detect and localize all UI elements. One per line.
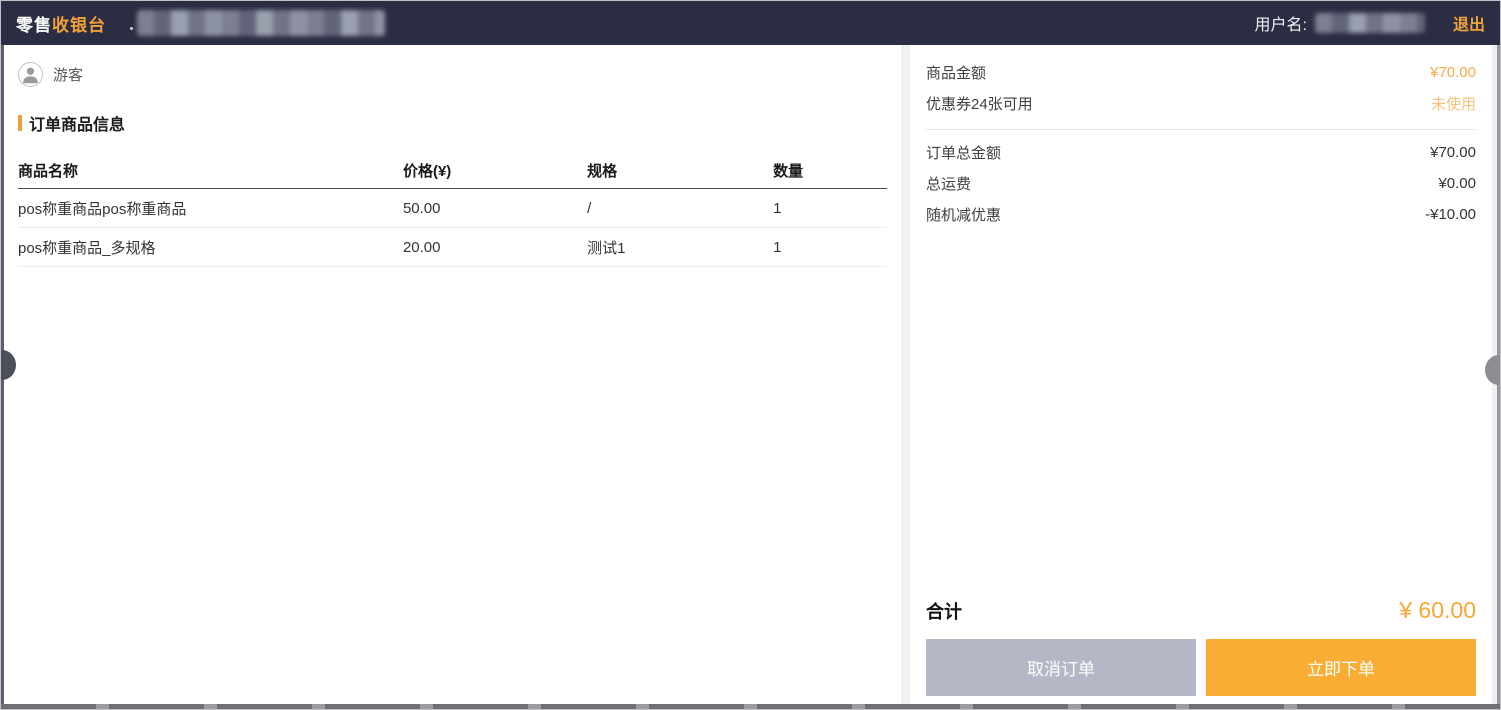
grand-total-label: 合计 bbox=[926, 598, 962, 624]
flex-spacer bbox=[926, 230, 1476, 597]
table-row: pos称重商品pos称重商品 50.00 / 1 bbox=[18, 189, 887, 228]
action-buttons: 取消订单 立即下单 bbox=[926, 639, 1476, 696]
cell-qty: 1 bbox=[773, 200, 887, 217]
top-bar: 零售收银台 用户名: 退出 bbox=[1, 1, 1500, 45]
pos-window: 零售收银台 用户名: 退出 游客 订单商品信 bbox=[0, 0, 1501, 710]
goods-amount-row: 商品金额 ¥70.00 bbox=[926, 57, 1476, 88]
shipping-value: ¥0.00 bbox=[1438, 175, 1476, 192]
order-total-label: 订单总金额 bbox=[926, 142, 1001, 163]
redacted-store-name bbox=[137, 10, 385, 36]
submit-order-button[interactable]: 立即下单 bbox=[1206, 639, 1476, 696]
grand-total-value: ¥ 60.00 bbox=[1399, 597, 1476, 624]
section-title-text: 订单商品信息 bbox=[29, 111, 125, 135]
order-info-section-title: 订单商品信息 bbox=[18, 111, 887, 135]
random-discount-label: 随机减优惠 bbox=[926, 204, 1001, 225]
panel-gutter bbox=[901, 45, 910, 704]
top-bar-right: 用户名: 退出 bbox=[1255, 11, 1485, 35]
app-title-primary: 零售 bbox=[16, 16, 52, 35]
random-discount-row: 随机减优惠 -¥10.00 bbox=[926, 199, 1476, 230]
order-total-row: 订单总金额 ¥70.00 bbox=[926, 137, 1476, 168]
col-header-name: 商品名称 bbox=[18, 160, 403, 181]
goods-table-header: 商品名称 价格(¥) 规格 数量 bbox=[18, 153, 887, 189]
col-header-qty: 数量 bbox=[773, 160, 887, 181]
order-total-value: ¥70.00 bbox=[1430, 144, 1476, 161]
customer-row[interactable]: 游客 bbox=[18, 62, 887, 87]
goods-amount-label: 商品金额 bbox=[926, 62, 986, 83]
col-header-price: 价格(¥) bbox=[403, 160, 587, 181]
order-items-panel: 游客 订单商品信息 商品名称 价格(¥) 规格 数量 pos称重商品pos称重商… bbox=[4, 45, 901, 704]
guest-avatar-icon bbox=[18, 62, 43, 87]
goods-amount-value: ¥70.00 bbox=[1430, 64, 1476, 81]
coupon-label: 优惠券24张可用 bbox=[926, 93, 1033, 114]
customer-name: 游客 bbox=[53, 64, 83, 85]
cell-qty: 1 bbox=[773, 239, 887, 256]
shipping-row: 总运费 ¥0.00 bbox=[926, 168, 1476, 199]
store-name-dot bbox=[130, 27, 133, 30]
logout-button[interactable]: 退出 bbox=[1453, 11, 1485, 35]
main-area: 游客 订单商品信息 商品名称 价格(¥) 规格 数量 pos称重商品pos称重商… bbox=[1, 45, 1500, 704]
bottom-window-edge bbox=[1, 704, 1500, 710]
cell-price: 50.00 bbox=[403, 200, 587, 217]
cell-price: 20.00 bbox=[403, 239, 587, 256]
summary-divider bbox=[926, 129, 1476, 130]
cell-spec: / bbox=[587, 200, 773, 217]
random-discount-value: -¥10.00 bbox=[1425, 206, 1476, 223]
coupon-status[interactable]: 未使用 bbox=[1431, 93, 1476, 114]
coupon-row[interactable]: 优惠券24张可用 未使用 bbox=[926, 88, 1476, 119]
cell-product-name: pos称重商品_多规格 bbox=[18, 237, 403, 258]
redacted-username bbox=[1315, 13, 1425, 33]
order-summary-panel: 商品金额 ¥70.00 优惠券24张可用 未使用 订单总金额 ¥70.00 总运… bbox=[910, 45, 1492, 704]
username-label: 用户名: bbox=[1255, 11, 1307, 35]
cell-spec: 测试1 bbox=[587, 237, 773, 258]
app-title: 零售收银台 bbox=[16, 11, 106, 36]
grand-total-row: 合计 ¥ 60.00 bbox=[926, 597, 1476, 624]
table-row: pos称重商品_多规格 20.00 测试1 1 bbox=[18, 228, 887, 267]
app-title-accent: 收银台 bbox=[52, 16, 106, 35]
shipping-label: 总运费 bbox=[926, 173, 971, 194]
goods-table: 商品名称 价格(¥) 规格 数量 pos称重商品pos称重商品 50.00 / … bbox=[18, 153, 887, 267]
col-header-spec: 规格 bbox=[587, 160, 773, 181]
section-accent-bar bbox=[18, 115, 22, 131]
cancel-order-button[interactable]: 取消订单 bbox=[926, 639, 1196, 696]
cell-product-name: pos称重商品pos称重商品 bbox=[18, 198, 403, 219]
